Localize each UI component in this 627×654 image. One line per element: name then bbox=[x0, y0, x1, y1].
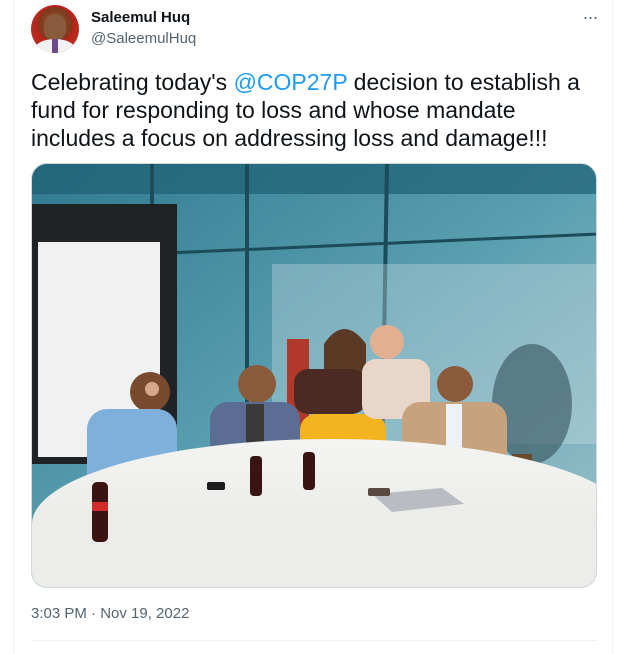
tweet-text-before: Celebrating today's bbox=[31, 69, 234, 95]
divider bbox=[31, 640, 597, 641]
photo-illustration bbox=[32, 164, 596, 587]
tweet-text: Celebrating today's @COP27P decision to … bbox=[31, 68, 601, 152]
avatar-tie bbox=[52, 39, 58, 53]
tweet-card: Saleemul Huq @SaleemulHuq ··· Celebratin… bbox=[13, 0, 613, 654]
author-avatar[interactable] bbox=[31, 5, 79, 53]
avatar-face bbox=[44, 14, 66, 40]
author-handle[interactable]: @SaleemulHuq bbox=[91, 30, 196, 47]
more-options-icon[interactable]: ··· bbox=[579, 8, 601, 30]
mention-link[interactable]: @COP27P bbox=[234, 69, 348, 95]
tweet-photo[interactable] bbox=[31, 163, 597, 588]
author-display-name[interactable]: Saleemul Huq bbox=[91, 9, 190, 26]
tweet-timestamp[interactable]: 3:03 PM · Nov 19, 2022 bbox=[31, 605, 189, 622]
